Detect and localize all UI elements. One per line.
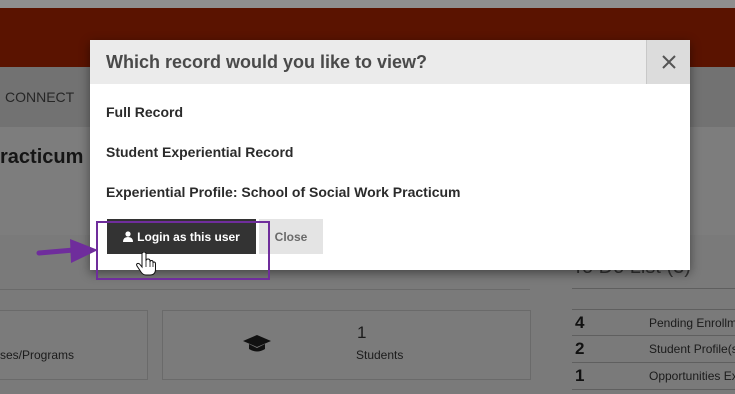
- courses-card-label: ses/Programs: [0, 348, 75, 362]
- pointer-arrow-icon: [36, 239, 98, 263]
- highlight-box: [96, 221, 270, 280]
- students-count: 1: [357, 323, 367, 342]
- hand-cursor-icon: [136, 252, 156, 276]
- todo-item-label[interactable]: Student Profile(s: [649, 342, 735, 356]
- record-option-experiential[interactable]: Student Experiential Record: [106, 144, 293, 160]
- nav-item-connect[interactable]: CONNECT: [5, 89, 74, 105]
- todo-divider: [572, 389, 735, 390]
- todo-count: 1: [575, 366, 585, 385]
- todo-count: 2: [575, 339, 585, 358]
- students-card-label: Students: [356, 348, 404, 362]
- todo-divider: [572, 288, 735, 289]
- todo-divider: [572, 362, 735, 363]
- todo-item-label[interactable]: Opportunities Ex: [649, 369, 735, 383]
- modal-header: Which record would you like to view?: [90, 40, 690, 84]
- graduation-cap-icon: [243, 335, 271, 352]
- courses-card[interactable]: [0, 310, 148, 380]
- page-title: racticum: [0, 146, 84, 168]
- modal-close-button[interactable]: [646, 40, 690, 84]
- close-icon: [662, 55, 676, 69]
- record-option-profile[interactable]: Experiential Profile: School of Social W…: [106, 184, 461, 200]
- record-option-full[interactable]: Full Record: [106, 104, 183, 120]
- section-divider: [0, 289, 530, 290]
- todo-divider: [572, 309, 735, 310]
- modal-title: Which record would you like to view?: [106, 52, 428, 72]
- todo-divider: [572, 335, 735, 336]
- todo-count: 4: [575, 313, 585, 332]
- todo-item-label[interactable]: Pending Enrollm: [649, 316, 735, 330]
- top-strip: [0, 0, 735, 8]
- students-card[interactable]: [162, 310, 531, 380]
